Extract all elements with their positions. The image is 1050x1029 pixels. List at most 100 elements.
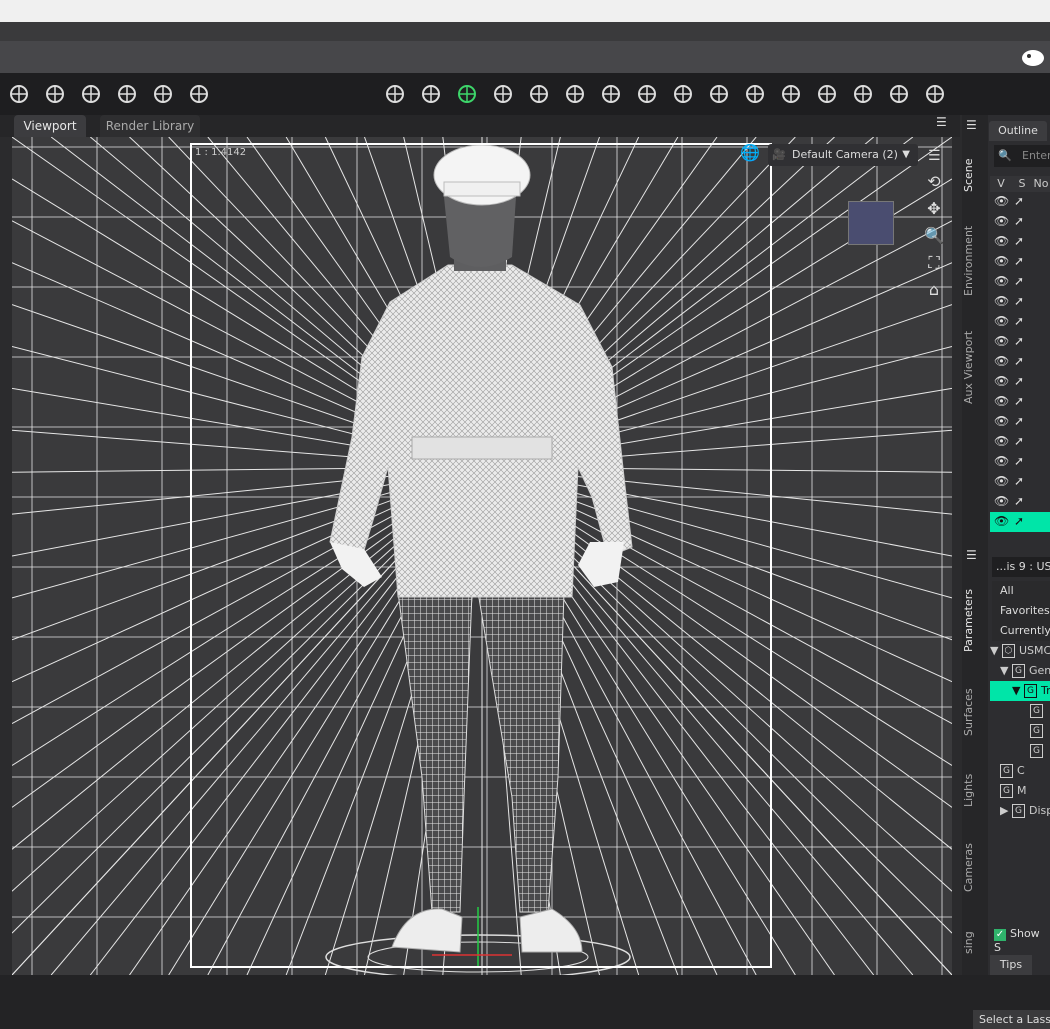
side-tab-parameters[interactable]: Parameters (962, 585, 988, 657)
select-cursor-icon[interactable]: ➚ (1014, 254, 1024, 268)
select-cursor-icon[interactable]: ➚ (1014, 274, 1024, 288)
home-icon[interactable]: ⌂ (922, 280, 946, 302)
frame-icon[interactable]: ⛶ (922, 253, 946, 275)
select-cursor-icon[interactable]: ➚ (1014, 514, 1024, 528)
tab-tips[interactable]: Tips (990, 955, 1032, 975)
select-cursor-icon[interactable]: ➚ (1014, 494, 1024, 508)
eye-icon[interactable]: 👁 (994, 354, 1009, 368)
scene-row[interactable]: 👁 ➚ (990, 352, 1050, 372)
eye-icon[interactable]: 👁 (994, 214, 1009, 228)
eye-icon[interactable]: 👁 (994, 194, 1009, 208)
side-tab-rendering[interactable]: sing (962, 928, 988, 958)
camera-tool-icon[interactable] (884, 80, 914, 108)
col-visible[interactable]: V (990, 176, 1012, 192)
universal-icon[interactable] (416, 80, 446, 108)
eye-icon[interactable]: 👁 (994, 494, 1009, 508)
param-tree-item[interactable]: G (1030, 721, 1050, 741)
scene-row[interactable]: 👁 ➚ (990, 232, 1050, 252)
select-cursor-icon[interactable]: ➚ (1014, 194, 1024, 208)
scene-row[interactable]: 👁 ➚ (990, 392, 1050, 412)
eye-icon[interactable]: 👁 (994, 454, 1009, 468)
joint-icon[interactable] (848, 80, 878, 108)
rotate-icon[interactable] (488, 80, 518, 108)
viewport-menu-icon[interactable]: ☰ (928, 148, 941, 164)
spot-light-icon[interactable] (4, 80, 34, 108)
scene-row[interactable]: 👁 ➚ (990, 252, 1050, 272)
distant-light-icon[interactable] (76, 80, 106, 108)
eye-icon[interactable]: 👁 (994, 414, 1009, 428)
eye-icon[interactable]: 👁 (994, 274, 1009, 288)
col-selectable[interactable]: S (1012, 176, 1032, 192)
select-cursor-icon[interactable]: ➚ (1014, 334, 1024, 348)
render-icon[interactable] (776, 80, 806, 108)
select-cursor-icon[interactable]: ➚ (1014, 454, 1024, 468)
geometry-editor-icon[interactable] (668, 80, 698, 108)
pan-icon[interactable]: ✥ (922, 199, 946, 221)
view-cube[interactable] (848, 201, 894, 245)
eye-icon[interactable]: 👁 (994, 374, 1009, 388)
grid-icon[interactable] (380, 80, 410, 108)
param-filter-all[interactable]: All (992, 581, 1050, 601)
show-sub-items-checkbox[interactable]: ✓ Show S (994, 927, 1050, 954)
eye-icon[interactable]: 👁 (994, 334, 1009, 348)
render-camera-icon[interactable] (920, 80, 950, 108)
scene-row[interactable]: 👁 ➚ (990, 292, 1050, 312)
side-tab-aux-viewport[interactable]: Aux Viewport (962, 328, 988, 406)
scene-row[interactable]: 👁 ➚ (990, 452, 1050, 472)
tab-render-library[interactable]: Render Library (100, 115, 200, 137)
eye-icon[interactable]: 👁 (994, 314, 1009, 328)
scene-row[interactable]: 👁 ➚ (990, 412, 1050, 432)
scene-row[interactable]: 👁 ➚ (990, 212, 1050, 232)
new-camera-icon[interactable] (112, 80, 142, 108)
scene-row[interactable]: 👁 ➚ (990, 332, 1050, 352)
param-tree-item[interactable]: G (1030, 701, 1050, 721)
select-cursor-icon[interactable]: ➚ (1014, 474, 1024, 488)
scene-row[interactable]: 👁 ➚ (990, 472, 1050, 492)
scene-panel-menu-icon[interactable]: ☰ (966, 118, 977, 132)
scene-row[interactable]: 👁 ➚ (990, 272, 1050, 292)
joint-editor-icon[interactable] (632, 80, 662, 108)
point-light-icon[interactable] (40, 80, 70, 108)
viewport-tabs-menu-icon[interactable]: ☰ (936, 115, 947, 129)
select-cursor-icon[interactable]: ➚ (1014, 434, 1024, 448)
eye-icon[interactable]: 👁 (994, 394, 1009, 408)
param-tree-item[interactable]: ▼ G Gen (1000, 661, 1050, 681)
eye-icon[interactable]: 👁 (994, 514, 1009, 528)
orbit-icon[interactable]: ⟲ (922, 172, 946, 194)
surface-select-icon[interactable] (596, 80, 626, 108)
zoom-icon[interactable]: 🔍 (922, 226, 946, 248)
scene-row[interactable]: 👁 ➚ (990, 372, 1050, 392)
side-tab-lights[interactable]: Lights (962, 770, 988, 810)
col-node[interactable]: No (1032, 176, 1050, 192)
scene-row[interactable]: 👁 ➚ (990, 192, 1050, 212)
eye-icon[interactable]: 👁 (994, 294, 1009, 308)
eye-icon[interactable]: 👁 (994, 254, 1009, 268)
scale-icon[interactable] (560, 80, 590, 108)
eye-icon[interactable]: 👁 (994, 474, 1009, 488)
figure-icon[interactable] (740, 80, 770, 108)
morph-icon[interactable] (704, 80, 734, 108)
select-cursor-icon[interactable]: ➚ (1014, 394, 1024, 408)
select-cursor-icon[interactable]: ➚ (1014, 294, 1024, 308)
param-tree-item[interactable]: GC (1000, 761, 1050, 781)
side-tab-environment[interactable]: Environment (962, 222, 988, 300)
scene-row[interactable]: 👁 ➚ (990, 512, 1050, 532)
params-panel-menu-icon[interactable]: ☰ (966, 548, 977, 562)
more-icon[interactable] (184, 80, 214, 108)
tab-outline[interactable]: Outline (989, 121, 1047, 141)
select-cursor-icon[interactable]: ➚ (1014, 314, 1024, 328)
param-tree-item[interactable]: ▼ ⬡ USMC (990, 641, 1050, 661)
select-cursor-icon[interactable]: ➚ (1014, 414, 1024, 428)
param-tree-item[interactable]: GM (1000, 781, 1050, 801)
scene-filter-input[interactable]: 🔍 Enter (994, 145, 1050, 167)
node-select-icon[interactable] (452, 80, 482, 108)
select-cursor-icon[interactable]: ➚ (1014, 354, 1024, 368)
translate-icon[interactable] (524, 80, 554, 108)
select-cursor-icon[interactable]: ➚ (1014, 234, 1024, 248)
param-tree-item[interactable]: ▼ G Tr (990, 681, 1050, 701)
null-icon[interactable] (148, 80, 178, 108)
param-filter-favorites[interactable]: Favorites (992, 601, 1050, 621)
scene-row[interactable]: 👁 ➚ (990, 492, 1050, 512)
param-filter-currently-used[interactable]: Currently (992, 621, 1050, 641)
eye-icon[interactable]: 👁 (994, 434, 1009, 448)
